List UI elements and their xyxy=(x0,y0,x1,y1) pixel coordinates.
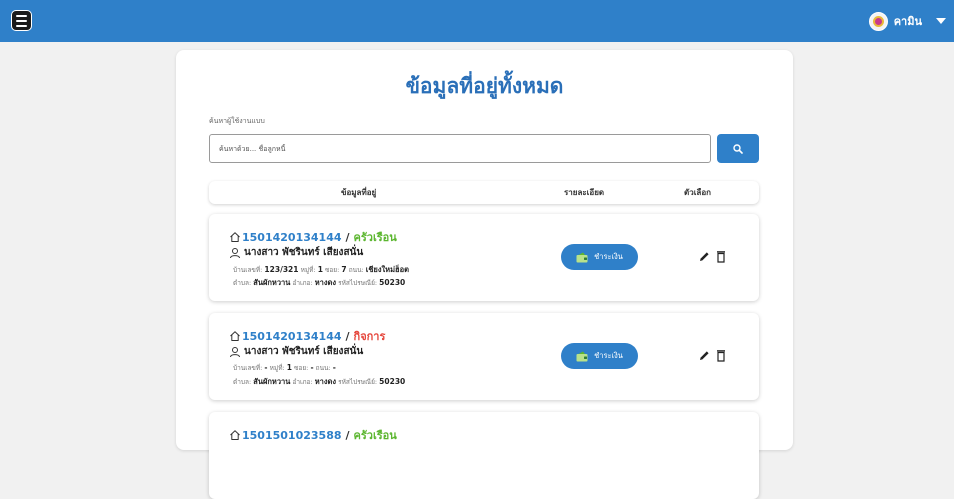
address-area-line: ตำบล: สันผักหวาน อำเภอ: หางดง รหัสไปรษณี… xyxy=(233,278,406,287)
address-code[interactable]: 1501420134144 xyxy=(242,330,342,343)
search-icon xyxy=(733,143,743,154)
address-code[interactable]: 1501501023588 xyxy=(242,429,342,442)
pay-button[interactable]: ชำระเงิน xyxy=(561,244,638,270)
address-card: 1501420134144 / กิจการ นางสาว พัชรินทร์ … xyxy=(209,313,759,400)
address-area-line: ตำบล: สันผักหวาน อำเภอ: หางดง รหัสไปรษณี… xyxy=(233,377,406,386)
pencil-icon[interactable] xyxy=(698,349,710,362)
column-header-options: ตัวเลือก xyxy=(684,188,711,197)
address-type: ครัวเรือน xyxy=(353,231,397,244)
table-header: ข้อมูลที่อยู่ รายละเอียด ตัวเลือก xyxy=(209,181,759,204)
search-button[interactable] xyxy=(717,134,759,163)
user-menu[interactable]: คามิน xyxy=(868,11,946,31)
owner-name: นางสาว พัชรินทร์ เสียงสนั่น xyxy=(244,346,364,357)
chevron-down-icon[interactable] xyxy=(936,18,946,24)
search-label: ค้นหาผู้ใช้งานแบบ xyxy=(209,117,265,125)
pencil-icon[interactable] xyxy=(698,250,710,263)
avatar xyxy=(868,11,888,31)
address-detail-line: บ้านเลขที่: 123/321 หมู่ที่: 1 ซอย: 7 ถน… xyxy=(233,265,409,274)
search-input[interactable] xyxy=(209,134,711,163)
house-icon xyxy=(230,430,240,440)
separator: / xyxy=(345,230,350,244)
house-icon xyxy=(230,232,240,242)
user-name: คามิน xyxy=(893,15,922,28)
trash-icon[interactable] xyxy=(715,349,727,362)
house-icon xyxy=(230,331,240,341)
wallet-icon xyxy=(576,351,588,361)
address-type: กิจการ xyxy=(353,330,386,343)
address-type: ครัวเรือน xyxy=(353,429,397,442)
column-header-address: ข้อมูลที่อยู่ xyxy=(341,188,377,197)
address-code[interactable]: 1501420134144 xyxy=(242,231,342,244)
address-card: 1501420134144 / ครัวเรือน นางสาว พัชรินท… xyxy=(209,214,759,301)
separator: / xyxy=(345,329,350,343)
column-header-details: รายละเอียด xyxy=(564,188,605,197)
page-title: ข้อมูลที่อยู่ทั้งหมด xyxy=(405,74,564,98)
owner-name: นางสาว พัชรินทร์ เสียงสนั่น xyxy=(244,247,364,258)
wallet-icon xyxy=(576,252,588,262)
top-navbar: คามิน xyxy=(0,0,954,42)
main-panel: ข้อมูลที่อยู่ทั้งหมด ค้นหาผู้ใช้งานแบบ ข… xyxy=(176,50,793,499)
person-icon xyxy=(230,346,240,357)
menu-icon[interactable] xyxy=(11,10,32,31)
separator: / xyxy=(345,428,350,442)
person-icon xyxy=(230,247,240,258)
address-detail-line: บ้านเลขที่: - หมู่ที่: 1 ซอย: - ถนน: - xyxy=(233,363,336,372)
pay-button[interactable]: ชำระเงิน xyxy=(561,343,638,369)
address-card: 1501501023588 / ครัวเรือน xyxy=(209,412,759,499)
trash-icon[interactable] xyxy=(715,250,727,263)
